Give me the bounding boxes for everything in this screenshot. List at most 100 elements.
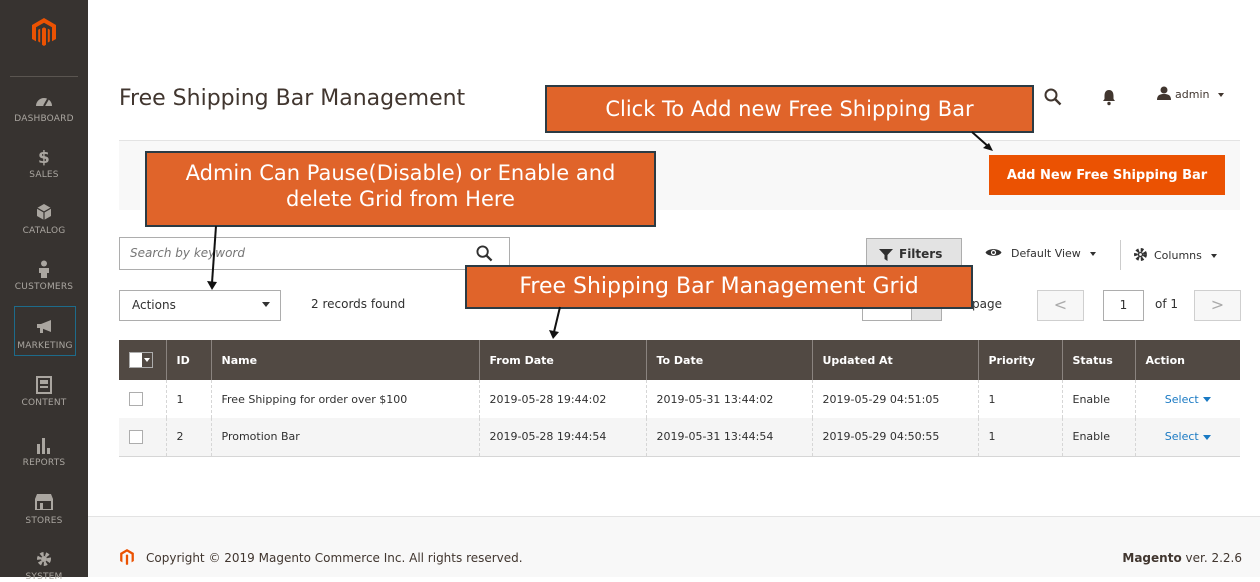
add-new-button[interactable]: Add New Free Shipping Bar <box>989 155 1225 195</box>
sidebar-item-label: CATALOG <box>22 226 66 236</box>
default-view-dropdown[interactable]: Default View <box>985 247 1097 260</box>
copyright-text: Copyright © 2019 Magento Commerce Inc. A… <box>146 551 523 565</box>
sidebar-item-system[interactable]: SYSTEM <box>0 550 88 582</box>
cell-from-date: 2019-05-28 19:44:02 <box>478 380 646 418</box>
cell-status: Enable <box>1061 418 1135 457</box>
dashboard-icon <box>0 92 88 112</box>
sidebar-item-reports[interactable]: REPORTS <box>0 436 88 468</box>
sidebar-item-label: MARKETING <box>17 341 73 351</box>
cell-name: Free Shipping for order over $100 <box>210 380 479 418</box>
column-header-to-date[interactable]: To Date <box>645 340 812 380</box>
magento-logo[interactable] <box>32 18 56 46</box>
sidebar-item-customers[interactable]: CUSTOMERS <box>0 260 88 292</box>
column-header-priority[interactable]: Priority <box>977 340 1062 380</box>
chevron-down-icon <box>1202 397 1211 402</box>
per-page-label: page <box>972 297 1002 311</box>
columns-label: Columns <box>1154 249 1202 262</box>
cell-to-date: 2019-05-31 13:44:02 <box>645 380 812 418</box>
page-footer: Copyright © 2019 Magento Commerce Inc. A… <box>88 516 1260 577</box>
row-checkbox[interactable] <box>129 392 143 406</box>
keyword-search <box>119 237 510 270</box>
sidebar-item-label: SYSTEM <box>25 572 63 582</box>
chevron-down-icon <box>1090 252 1097 256</box>
table-row[interactable]: 1 Free Shipping for order over $100 2019… <box>119 380 1240 418</box>
chevron-down-icon[interactable] <box>142 353 152 367</box>
column-header-updated-at[interactable]: Updated At <box>811 340 978 380</box>
callout-add-new: Click To Add new Free Shipping Bar <box>545 85 1034 133</box>
actions-label: Actions <box>132 298 176 312</box>
dollar-icon: $ <box>37 148 51 168</box>
version-number: ver. 2.2.6 <box>1185 551 1242 565</box>
previous-page-button[interactable]: < <box>1037 290 1084 321</box>
cell-id: 1 <box>165 380 211 418</box>
filter-icon <box>879 249 893 261</box>
cell-priority: 1 <box>977 418 1062 457</box>
row-checkbox[interactable] <box>129 429 143 444</box>
mass-select-checkbox[interactable] <box>129 352 153 368</box>
bell-icon[interactable] <box>1101 88 1117 106</box>
search-input[interactable] <box>130 246 470 260</box>
arrow-icon <box>549 306 561 339</box>
row-action-label: Select <box>1164 430 1199 444</box>
sidebar-item-sales[interactable]: $ SALES <box>0 148 88 180</box>
grid-header-row: ID Name From Date To Date Updated At Pri… <box>119 340 1240 380</box>
filters-label: Filters <box>899 247 943 261</box>
column-header-name[interactable]: Name <box>210 340 479 380</box>
gear-icon <box>1134 248 1147 261</box>
sidebar-item-catalog[interactable]: CATALOG <box>0 204 88 236</box>
callout-pause-enable: Admin Can Pause(Disable) or Enable and d… <box>145 151 656 227</box>
sidebar-item-label: CONTENT <box>21 398 67 408</box>
sidebar-item-marketing[interactable]: MARKETING <box>14 306 76 356</box>
cell-updated-at: 2019-05-29 04:51:05 <box>811 380 978 418</box>
sidebar-item-label: SALES <box>29 170 59 180</box>
user-icon <box>1157 86 1171 100</box>
arrow-icon <box>207 225 217 290</box>
cell-to-date: 2019-05-31 13:44:54 <box>645 418 812 457</box>
column-header-from-date[interactable]: From Date <box>478 340 646 380</box>
row-action-select[interactable]: Select <box>1165 430 1211 443</box>
sidebar-item-label: CUSTOMERS <box>14 282 74 292</box>
row-action-label: Select <box>1164 392 1199 406</box>
mass-actions-select[interactable]: Actions <box>119 290 281 321</box>
search-icon[interactable] <box>1044 88 1062 106</box>
bar-chart-icon <box>0 436 88 456</box>
chevron-down-icon <box>1217 93 1224 97</box>
sidebar-item-label: STORES <box>25 516 63 526</box>
gear-icon <box>0 550 88 570</box>
callout-grid: Free Shipping Bar Management Grid <box>465 265 973 309</box>
cell-updated-at: 2019-05-29 04:50:55 <box>811 418 978 457</box>
cell-status: Enable <box>1061 380 1135 418</box>
cell-name: Promotion Bar <box>210 418 479 457</box>
records-count: 2 records found <box>311 297 406 311</box>
chevron-down-icon <box>262 302 270 307</box>
cell-id: 2 <box>165 418 211 457</box>
chevron-down-icon <box>1202 434 1211 440</box>
version-text: Magento ver. 2.2.6 <box>1122 551 1242 565</box>
eye-icon <box>985 249 1002 256</box>
current-page-input[interactable]: 1 <box>1103 290 1144 321</box>
total-pages-label: of 1 <box>1155 297 1179 311</box>
user-menu[interactable]: admin <box>1157 86 1224 101</box>
arrow-icon <box>971 131 993 151</box>
sidebar-item-label: DASHBOARD <box>14 114 74 124</box>
column-header-status[interactable]: Status <box>1061 340 1135 380</box>
sidebar-divider <box>10 76 78 77</box>
magento-logo <box>120 549 134 565</box>
next-page-button[interactable]: > <box>1194 290 1241 321</box>
free-shipping-bar-grid: ID Name From Date To Date Updated At Pri… <box>119 340 1240 457</box>
sidebar-item-content[interactable]: CONTENT <box>0 376 88 408</box>
table-row[interactable]: 2 Promotion Bar 2019-05-28 19:44:54 2019… <box>119 418 1240 457</box>
columns-dropdown[interactable]: Columns <box>1133 247 1218 262</box>
sidebar-item-dashboard[interactable]: DASHBOARD <box>0 92 88 124</box>
mass-select-header[interactable] <box>119 340 166 380</box>
sidebar-item-label: REPORTS <box>22 458 66 468</box>
default-view-label: Default View <box>1011 247 1081 260</box>
admin-sidebar: DASHBOARD $ SALES CATALOG CUSTOMERS MARK… <box>0 0 88 582</box>
search-icon[interactable] <box>476 245 493 262</box>
store-icon <box>0 494 88 514</box>
sidebar-item-stores[interactable]: STORES <box>0 494 88 526</box>
chevron-down-icon <box>1211 254 1218 258</box>
column-header-id[interactable]: ID <box>165 340 211 380</box>
row-action-select[interactable]: Select <box>1165 393 1211 406</box>
cell-from-date: 2019-05-28 19:44:54 <box>478 418 646 457</box>
